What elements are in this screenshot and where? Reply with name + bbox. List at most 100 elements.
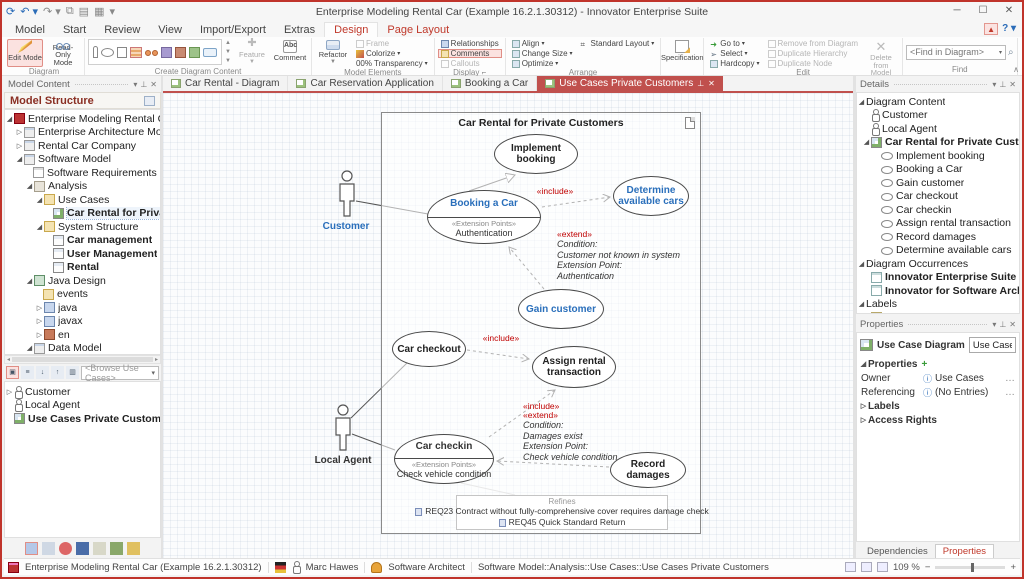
standard-layout-button[interactable]: ⌗Standard Layout▾ (578, 39, 658, 48)
properties-section[interactable]: Properties+ (857, 357, 1019, 371)
user-view-icon[interactable] (127, 542, 140, 555)
language-flag-icon[interactable] (275, 562, 286, 573)
shape-gallery[interactable] (88, 39, 222, 65)
gallery-expand-icon[interactable]: ▼ (225, 58, 231, 64)
tree-item-rental-car-company[interactable]: Rental Car Company (5, 139, 160, 153)
panel-pin-icon[interactable]: ⊥ (140, 80, 147, 89)
sync-icon[interactable]: ⟳ (6, 5, 15, 18)
element-name-input[interactable] (969, 337, 1016, 353)
qat-more-icon[interactable]: ▾ (109, 5, 115, 18)
tab-close-icon[interactable]: ✕ (708, 79, 715, 88)
details-local-agent[interactable]: Local Agent (857, 122, 1019, 136)
tab-car-reservation-application[interactable]: Car Reservation Application (288, 76, 442, 91)
tools-view-icon[interactable] (110, 542, 123, 555)
usecase-car-checkout[interactable]: Car checkout (392, 331, 466, 367)
ribbon-collapse-icon[interactable]: ∧ (1013, 65, 1019, 74)
details-customer[interactable]: Customer (857, 109, 1019, 123)
tab-booking-a-car[interactable]: Booking a Car (443, 76, 537, 91)
tree-item-root[interactable]: Enterprise Modeling Rental Car - Example… (5, 112, 160, 126)
model-view-icon[interactable] (25, 542, 38, 555)
callouts-button[interactable]: Callouts (438, 59, 502, 68)
tree-item-analysis[interactable]: Analysis (5, 180, 160, 194)
tab-car-rental-diagram[interactable]: Car Rental - Diagram (163, 76, 288, 91)
filter-icon[interactable]: ▥ (66, 366, 79, 379)
select-button[interactable]: ➢Select▾ (707, 49, 762, 58)
zoom-lens-icon[interactable] (861, 562, 872, 572)
usecase-shape-icon[interactable] (101, 48, 114, 57)
tree-item-javax[interactable]: javax (5, 315, 160, 329)
undo-icon[interactable]: ↶ ▾ (20, 5, 38, 18)
frame-note-icon[interactable] (685, 117, 695, 129)
list-item-local-agent[interactable]: Local Agent (5, 399, 160, 413)
add-property-icon[interactable]: + (921, 359, 927, 370)
tree-item-user-management[interactable]: User Management (5, 247, 160, 261)
note-shape-icon[interactable] (117, 47, 127, 58)
structure-options-icon[interactable] (144, 96, 155, 106)
panel-close-icon[interactable]: ✕ (150, 80, 157, 89)
usecase-record-damages[interactable]: Record damages (610, 452, 686, 488)
diagram-canvas[interactable]: Car Rental for Private Customers Custome… (163, 93, 853, 558)
usecase-implement-booking[interactable]: Implement booking (494, 134, 578, 174)
change-size-button[interactable]: Change Size▾ (509, 49, 576, 58)
find-dropdown-icon[interactable]: ▾ (999, 49, 1002, 56)
browse-use-cases-combo[interactable]: <Browse Use Cases>▾ (81, 366, 159, 380)
details-innovator-enterprise-suite[interactable]: Innovator Enterprise Suite (857, 271, 1019, 285)
comments-button[interactable]: Comments (438, 49, 502, 58)
access-rights-section[interactable]: Access Rights (857, 413, 1019, 427)
goto-button[interactable]: ➜Go to▾ (707, 39, 762, 48)
tab-design[interactable]: Design (324, 22, 378, 37)
issues-view-icon[interactable] (59, 542, 72, 555)
tab-page-layout[interactable]: Page Layout (378, 23, 458, 37)
tab-properties[interactable]: Properties (935, 544, 994, 558)
maximize-button[interactable]: ☐ (970, 3, 996, 20)
minimize-button[interactable]: ─ (944, 3, 970, 20)
tree-item-system-structure[interactable]: System Structure (5, 220, 160, 234)
gallery-up-icon[interactable]: ▲ (225, 40, 231, 46)
owner-browse-button[interactable]: … (1005, 373, 1015, 384)
connector-shape-icon[interactable] (145, 49, 158, 56)
usecase-gain-customer[interactable]: Gain customer (518, 289, 604, 329)
collapse-ribbon-icon[interactable]: ▲ (984, 23, 998, 35)
tree-item-car-management[interactable]: Car management (5, 234, 160, 248)
requirement-req45[interactable]: REQ45 Quick Standard Return (457, 517, 667, 528)
panel-pin-icon[interactable]: ⊥ (999, 320, 1006, 329)
details-car-rental[interactable]: Car Rental for Private Customers (857, 136, 1019, 150)
tab-model[interactable]: Model (6, 23, 54, 37)
find-in-diagram-input[interactable] (910, 47, 996, 57)
tree-item-en[interactable]: en (5, 328, 160, 342)
tree-item-software-requirements[interactable]: Software Requirements (5, 166, 160, 180)
feature-button[interactable]: ✚ Feature ▼ (234, 39, 270, 67)
tree-item-car-rental-private-customers[interactable]: Car Rental for Private Customers (5, 207, 160, 221)
details-diagram-occurrences[interactable]: Diagram Occurrences (857, 257, 1019, 271)
labels-section[interactable]: Labels (857, 399, 1019, 413)
zoom-slider[interactable] (935, 566, 1005, 569)
tree-item-archimate[interactable]: Enterprise Architecture Model with Archi… (5, 126, 160, 140)
panel-dropdown-icon[interactable]: ▾ (992, 320, 996, 329)
delete-from-model-button[interactable]: ✕ Delete from Model (863, 39, 899, 67)
tab-extras[interactable]: Extras (275, 23, 324, 37)
details-record-damages[interactable]: Record damages (857, 230, 1019, 244)
details-diagram-content[interactable]: Diagram Content (857, 95, 1019, 109)
redo-icon[interactable]: ↷ ▾ (43, 5, 61, 18)
details-assign-rental[interactable]: Assign rental transaction (857, 217, 1019, 231)
list-item-customer[interactable]: Customer (5, 385, 160, 399)
browse-mode-icon[interactable]: ▣ (6, 366, 19, 379)
panel-close-icon[interactable]: ✕ (1009, 80, 1016, 89)
relationships-button[interactable]: Relationships (438, 39, 502, 48)
node-shape-icon[interactable] (175, 47, 186, 58)
remove-from-diagram-button[interactable]: Remove from Diagram (765, 39, 861, 48)
usecase-determine-available-cars[interactable]: Determine available cars (613, 176, 689, 216)
tab-view[interactable]: View (149, 23, 191, 37)
duplicate-hierarchy-button[interactable]: Duplicate Hierarchy (765, 49, 861, 58)
owner-row[interactable]: OwnerⓘUse Cases… (857, 371, 1019, 385)
usecase-booking-a-car[interactable]: Booking a Car «Extension Points» Authent… (427, 190, 541, 244)
paste-icon[interactable]: ▤ (79, 5, 89, 18)
diagram-view-icon[interactable] (42, 542, 55, 555)
usecase-car-checkin[interactable]: Car checkin «Extension Points» Check veh… (394, 434, 494, 484)
gallery-down-icon[interactable]: ▼ (225, 49, 231, 55)
sort-az-icon[interactable]: ↓ (36, 366, 49, 379)
details-car-checkin[interactable]: Car checkin (857, 203, 1019, 217)
print-icon[interactable]: ▦ (94, 5, 104, 18)
requirement-req23[interactable]: REQ23 Contract without fully-comprehensi… (457, 506, 667, 517)
boundary-shape-icon[interactable] (203, 48, 217, 57)
